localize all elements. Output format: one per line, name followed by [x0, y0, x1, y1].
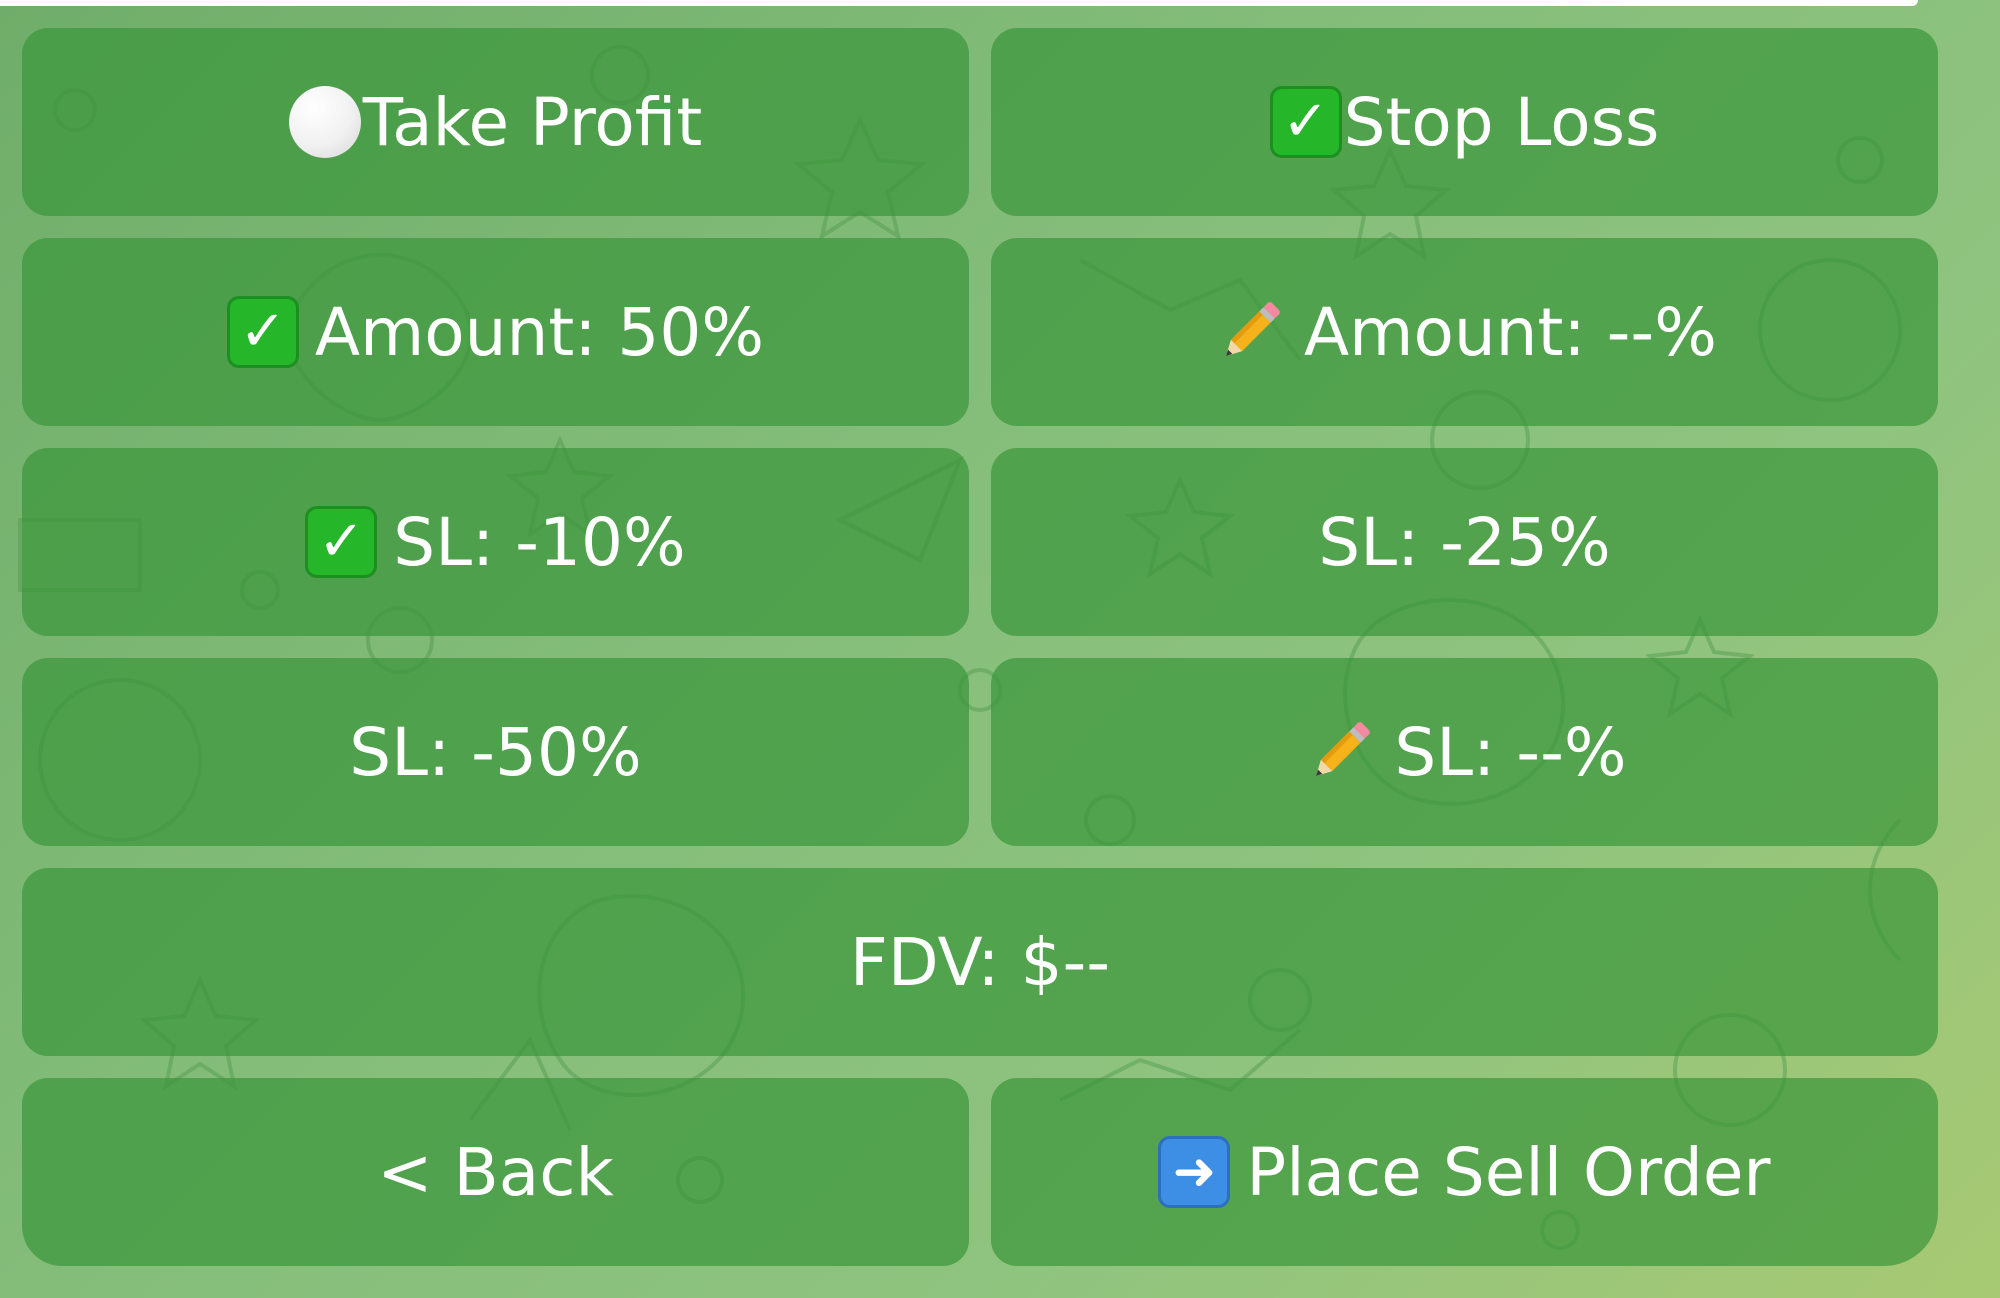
check-box-icon: ✓: [1269, 86, 1342, 158]
keyboard-row-actions: < Back ➜ Place Sell Order: [22, 1078, 1938, 1266]
keyboard-row-fdv: FDV: $--: [22, 868, 1938, 1056]
take-profit-button[interactable]: Take Profit: [22, 28, 969, 216]
amount-50-button[interactable]: ✓ Amount: 50%: [22, 238, 969, 426]
place-sell-order-button[interactable]: ➜ Place Sell Order: [991, 1078, 1938, 1266]
back-button[interactable]: < Back: [22, 1078, 969, 1266]
sl-minus-50-label: SL: -50%: [349, 713, 642, 791]
keyboard-row-amount: ✓ Amount: 50% Amount: --%: [22, 238, 1938, 426]
stop-loss-button[interactable]: ✓ Stop Loss: [991, 28, 1938, 216]
inline-keyboard: Take Profit ✓ Stop Loss ✓ Amount: 50% Am…: [22, 28, 1938, 1288]
keyboard-row-mode: Take Profit ✓ Stop Loss: [22, 28, 1938, 216]
sl-minus-50-button[interactable]: SL: -50%: [22, 658, 969, 846]
sl-minus-10-button[interactable]: ✓ SL: -10%: [22, 448, 969, 636]
pencil-icon: [1212, 294, 1288, 370]
sl-minus-10-label: SL: -10%: [393, 503, 686, 581]
keyboard-row-sl-1: ✓ SL: -10% SL: -25%: [22, 448, 1938, 636]
stop-loss-label: Stop Loss: [1343, 83, 1660, 161]
back-label: < Back: [377, 1133, 614, 1211]
fdv-button[interactable]: FDV: $--: [22, 868, 1938, 1056]
check-box-icon: ✓: [305, 506, 378, 578]
message-bubble-edge: [0, 0, 1918, 6]
sl-custom-label: SL: --%: [1394, 713, 1627, 791]
right-arrow-icon: ➜: [1158, 1136, 1231, 1208]
check-box-icon: ✓: [226, 296, 299, 368]
amount-custom-button[interactable]: Amount: --%: [991, 238, 1938, 426]
pencil-icon: [1302, 714, 1378, 790]
place-sell-order-label: Place Sell Order: [1246, 1133, 1771, 1211]
keyboard-row-sl-2: SL: -50% SL: --%: [22, 658, 1938, 846]
amount-50-label: Amount: 50%: [314, 293, 765, 371]
amount-custom-label: Amount: --%: [1304, 293, 1717, 371]
take-profit-label: Take Profit: [362, 83, 703, 161]
white-circle-icon: [288, 86, 361, 158]
sl-minus-25-button[interactable]: SL: -25%: [991, 448, 1938, 636]
sl-minus-25-label: SL: -25%: [1318, 503, 1611, 581]
sl-custom-button[interactable]: SL: --%: [991, 658, 1938, 846]
fdv-label: FDV: $--: [849, 923, 1111, 1001]
